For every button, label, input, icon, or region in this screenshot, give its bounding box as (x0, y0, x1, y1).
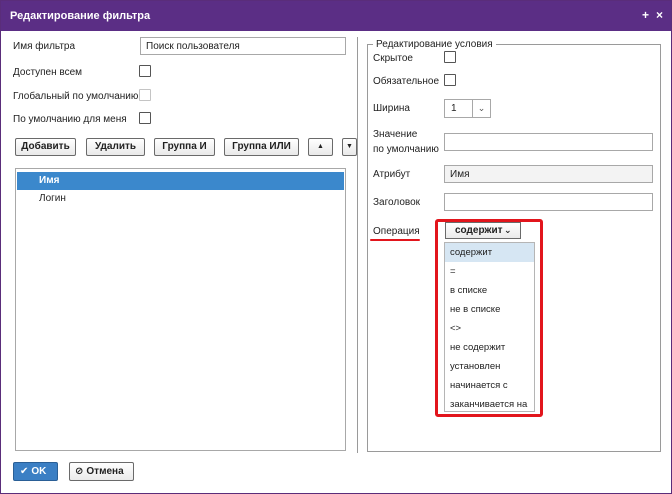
attribute-field (444, 165, 653, 183)
close-icon[interactable]: × (656, 8, 663, 22)
condition-tree: Имя Логин (15, 168, 346, 451)
tree-item-name[interactable]: Имя (17, 172, 344, 190)
default-value-label-line2: по умолчанию (373, 144, 439, 155)
chevron-down-icon[interactable]: ⌄ (472, 100, 490, 117)
header-label: Заголовок (373, 197, 421, 208)
global-default-checkbox[interactable] (139, 89, 151, 101)
header-input[interactable] (444, 193, 653, 211)
operation-label: Операция (373, 226, 420, 237)
panel-divider (357, 37, 358, 453)
attribute-label: Атрибут (373, 169, 411, 180)
width-select[interactable]: 1 ⌄ (444, 99, 491, 118)
width-value: 1 (451, 103, 457, 114)
required-label: Обязательное (373, 76, 440, 87)
move-up-button[interactable]: ▲ (308, 138, 333, 156)
ok-button[interactable]: ✔ OK (13, 462, 58, 481)
move-down-button[interactable]: ▼ (342, 138, 357, 156)
annotation-underline (370, 239, 420, 241)
public-checkbox[interactable] (139, 65, 151, 77)
default-value-input[interactable] (444, 133, 653, 151)
tree-item-login[interactable]: Логин (17, 190, 344, 208)
check-icon: ✔ (20, 466, 29, 477)
width-label: Ширина (373, 103, 410, 114)
title-bar: Редактирование фильтра + × (1, 1, 671, 31)
ok-label: OK (31, 466, 47, 477)
filter-edit-dialog: Редактирование фильтра + × Имя фильтра Д… (0, 0, 672, 494)
delete-button[interactable]: Удалить (86, 138, 145, 156)
default-value-label-line1: Значение (373, 129, 418, 140)
public-label: Доступен всем (13, 67, 83, 78)
global-default-label: Глобальный по умолчанию (13, 91, 139, 102)
required-checkbox[interactable] (444, 74, 456, 86)
my-default-label: По умолчанию для меня (13, 114, 127, 125)
group-and-button[interactable]: Группа И (154, 138, 215, 156)
filter-name-label: Имя фильтра (13, 41, 76, 52)
annotation-highlight-box (435, 219, 543, 417)
cancel-icon: ⊘ (75, 466, 84, 477)
hidden-label: Скрытое (373, 53, 413, 64)
pin-icon[interactable]: + (642, 8, 649, 22)
cancel-label: Отмена (86, 466, 124, 477)
group-or-button[interactable]: Группа ИЛИ (224, 138, 299, 156)
cancel-button[interactable]: ⊘ Отмена (69, 462, 134, 481)
dialog-title: Редактирование фильтра (10, 10, 151, 22)
condition-legend: Редактирование условия (373, 39, 496, 50)
hidden-checkbox[interactable] (444, 51, 456, 63)
my-default-checkbox[interactable] (139, 112, 151, 124)
filter-name-input[interactable] (140, 37, 346, 55)
add-button[interactable]: Добавить (15, 138, 76, 156)
